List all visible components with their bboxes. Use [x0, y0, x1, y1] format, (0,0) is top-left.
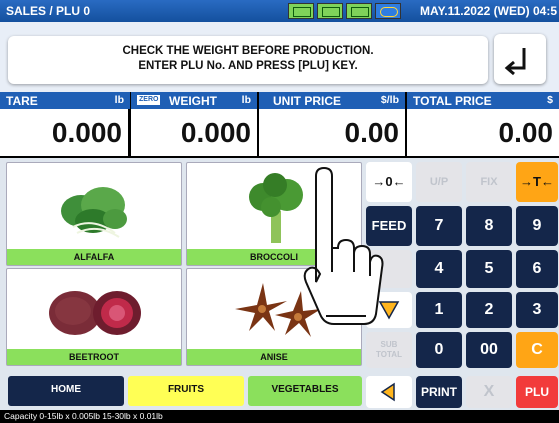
triangle-left-icon [380, 382, 395, 402]
key-0[interactable]: 0 [416, 332, 462, 368]
unit-price-label: UNIT PRICE [273, 94, 342, 108]
status-indicator-2 [317, 3, 343, 19]
total-price-label: TOTAL PRICE [413, 94, 492, 108]
key-6[interactable]: 6 [516, 250, 558, 288]
key-7[interactable]: 7 [416, 206, 462, 246]
plu-label-beetroot: BEETROOT [7, 349, 181, 365]
unit-price-key[interactable]: U/P [416, 162, 462, 202]
key-8[interactable]: 8 [466, 206, 512, 246]
home-button[interactable]: HOME [8, 376, 124, 406]
weight-label: WEIGHT [169, 94, 217, 108]
total-price-unit: $ [547, 94, 553, 106]
title-bar: SALES / PLU 0 MAY.11.2022 (WED) 04:5 [0, 0, 559, 22]
status-indicator-3 [346, 3, 372, 19]
pointing-hand-icon [303, 166, 384, 325]
fruits-button[interactable]: FRUITS [128, 376, 244, 406]
back-button[interactable] [494, 34, 546, 84]
total-price-value: 0.00 [407, 109, 559, 156]
tare-key[interactable]: →T← [516, 162, 558, 202]
plu-label-alfalfa: ALFALFA [7, 249, 181, 265]
screen-title: SALES / PLU 0 [6, 4, 91, 18]
vegetables-button[interactable]: VEGETABLES [248, 376, 362, 406]
plu-tile-alfalfa[interactable]: ALFALFA [6, 162, 182, 266]
alfalfa-image [61, 187, 127, 238]
tare-label: TARE [6, 94, 38, 108]
key-1[interactable]: 1 [416, 292, 462, 328]
plu-key[interactable]: PLU [516, 376, 558, 408]
status-indicator-1 [288, 3, 314, 19]
tare-header: TARE lb [0, 92, 130, 109]
zero-badge: ZERO [137, 95, 161, 105]
return-arrow-icon [504, 48, 526, 76]
clear-key[interactable]: C [516, 332, 558, 368]
subtotal-key[interactable]: SUB TOTAL [366, 332, 412, 368]
datetime: MAY.11.2022 (WED) 04:5 [420, 4, 557, 18]
plu-tile-beetroot[interactable]: BEETROOT [6, 268, 182, 366]
key-00[interactable]: 00 [466, 332, 512, 368]
unit-price-value: 0.00 [259, 109, 405, 156]
subtotal-label-1: SUB [380, 340, 398, 349]
fix-key[interactable]: FIX [466, 162, 512, 202]
subtotal-label-2: TOTAL [376, 350, 402, 359]
multiply-key[interactable]: X [466, 376, 512, 408]
plu-label-anise: ANISE [187, 349, 361, 365]
weight-value: 0.000 [131, 109, 257, 156]
tare-value: 0.000 [0, 109, 128, 156]
instruction-line-2: ENTER PLU No. AND PRESS [PLU] KEY. [138, 60, 358, 72]
key-2[interactable]: 2 [466, 292, 512, 328]
unit-price-header: UNIT PRICE $/lb [259, 92, 405, 109]
instruction-line-1: CHECK THE WEIGHT BEFORE PRODUCTION. [122, 45, 374, 57]
network-indicator [375, 3, 401, 19]
beetroot-image [49, 291, 141, 335]
back-page-key[interactable] [366, 376, 412, 408]
weight-unit: lb [241, 94, 251, 106]
unit-price-unit: $/lb [380, 94, 399, 106]
capacity-status: Capacity 0-15lb x 0.005lb 15-30lb x 0.01… [0, 410, 559, 423]
key-3[interactable]: 3 [516, 292, 558, 328]
total-price-header: TOTAL PRICE $ [407, 92, 559, 109]
key-4[interactable]: 4 [416, 250, 462, 288]
tare-unit: lb [114, 94, 124, 106]
key-5[interactable]: 5 [466, 250, 512, 288]
weight-header: ZERO WEIGHT lb [131, 92, 257, 109]
instruction-message: CHECK THE WEIGHT BEFORE PRODUCTION. ENTE… [8, 36, 488, 84]
print-key[interactable]: PRINT [416, 376, 462, 408]
key-9[interactable]: 9 [516, 206, 558, 246]
